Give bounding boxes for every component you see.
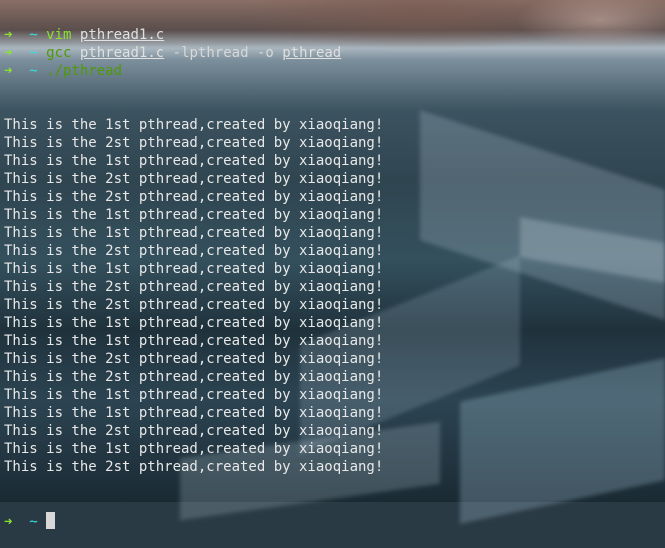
program-output: This is the 1st pthread,created by xiaoq…: [4, 116, 665, 476]
output-line: This is the 1st pthread,created by xiaoq…: [4, 387, 384, 403]
command-line: ➜ ~ gcc pthread1.c -lpthread -o pthread: [4, 44, 665, 62]
command-history: ➜ ~ vim pthread1.c ➜ ~ gcc pthread1.c -lp…: [4, 26, 665, 80]
output-line: This is the 1st pthread,created by xiaoq…: [4, 225, 384, 241]
prompt-cwd: ~: [29, 45, 38, 61]
output-line: This is the 1st pthread,created by xiaoq…: [4, 153, 384, 169]
output-line: This is the 2st pthread,created by xiaoq…: [4, 297, 384, 313]
prompt-cwd: ~: [29, 27, 38, 43]
prompt-arrow-icon: ➜: [4, 45, 13, 61]
command-argument: pthread: [282, 45, 342, 61]
output-line: This is the 2st pthread,created by xiaoq…: [4, 459, 384, 475]
prompt-arrow-icon: ➜: [4, 27, 13, 43]
text-cursor[interactable]: [46, 512, 56, 529]
output-line: This is the 2st pthread,created by xiaoq…: [4, 369, 384, 385]
command-line: ➜ ~ vim pthread1.c: [4, 26, 665, 44]
output-line: This is the 2st pthread,created by xiaoq…: [4, 135, 384, 151]
output-line: This is the 1st pthread,created by xiaoq…: [4, 315, 384, 331]
command-program: vim: [46, 27, 72, 43]
output-line: This is the 1st pthread,created by xiaoq…: [4, 207, 384, 223]
prompt-cwd: ~: [29, 514, 38, 530]
command-line: ➜ ~ ./pthread: [4, 62, 665, 80]
active-prompt-line[interactable]: ➜ ~: [4, 512, 665, 530]
command-program: gcc: [46, 45, 72, 61]
output-line: This is the 1st pthread,created by xiaoq…: [4, 117, 384, 133]
output-line: This is the 2st pthread,created by xiaoq…: [4, 189, 384, 205]
output-line: This is the 1st pthread,created by xiaoq…: [4, 441, 384, 457]
prompt-arrow-icon: ➜: [4, 63, 13, 79]
command-argument: pthread1.c: [79, 27, 165, 43]
command-argument: -o: [256, 45, 274, 61]
output-line: This is the 1st pthread,created by xiaoq…: [4, 333, 384, 349]
terminal-window[interactable]: ➜ ~ vim pthread1.c ➜ ~ gcc pthread1.c -lp…: [4, 4, 665, 548]
command-program: ./pthread: [46, 63, 123, 79]
output-line: This is the 2st pthread,created by xiaoq…: [4, 351, 384, 367]
output-line: This is the 2st pthread,created by xiaoq…: [4, 243, 384, 259]
prompt-cwd: ~: [29, 63, 38, 79]
output-line: This is the 2st pthread,created by xiaoq…: [4, 171, 384, 187]
command-argument: pthread1.c: [79, 45, 165, 61]
prompt-arrow-icon: ➜: [4, 514, 13, 530]
command-argument: -lpthread: [172, 45, 249, 61]
output-line: This is the 2st pthread,created by xiaoq…: [4, 279, 384, 295]
output-line: This is the 1st pthread,created by xiaoq…: [4, 405, 384, 421]
output-line: This is the 2st pthread,created by xiaoq…: [4, 423, 384, 439]
output-line: This is the 1st pthread,created by xiaoq…: [4, 261, 384, 277]
